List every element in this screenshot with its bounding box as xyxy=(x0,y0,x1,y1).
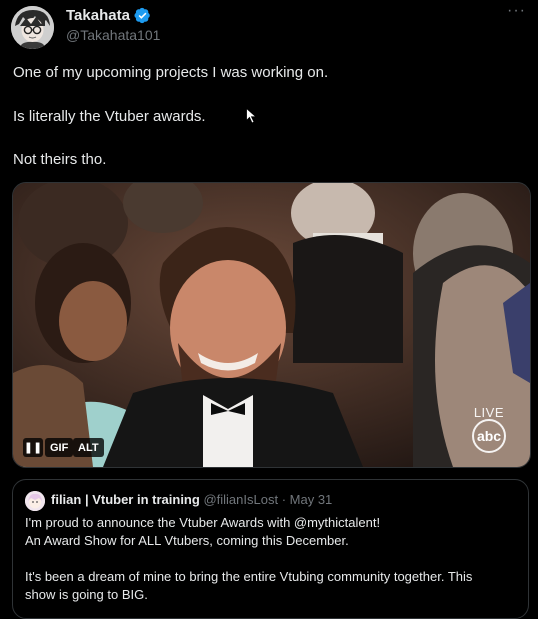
quoted-text-line-3: It's been a dream of mine to bring the e… xyxy=(25,569,473,584)
alt-text-button[interactable]: ALT xyxy=(73,438,104,457)
author-handle[interactable]: @Takahata101 xyxy=(66,27,160,43)
quoted-date[interactable]: May 31 xyxy=(290,492,333,507)
gif-frame-image xyxy=(13,183,530,467)
quoted-author-avatar[interactable] xyxy=(25,491,45,511)
gif-badge: GIF xyxy=(45,438,74,457)
pause-button[interactable]: ❚❚ xyxy=(23,438,43,457)
live-label: LIVE xyxy=(473,405,504,420)
gif-media[interactable]: ❚❚ GIF ALT LIVE abc xyxy=(12,182,531,468)
quoted-tweet[interactable]: filian | Vtuber in training @filianIsLos… xyxy=(12,479,529,619)
tweet: Takahata @Takahata101 ··· One of my upco… xyxy=(0,0,538,619)
author-display-name[interactable]: Takahata xyxy=(66,7,130,24)
verified-badge-icon xyxy=(134,7,150,24)
avatar-image xyxy=(11,6,54,49)
more-options-icon[interactable]: ··· xyxy=(507,2,526,20)
tweet-text-line-2: Is literally the Vtuber awards. xyxy=(13,108,206,125)
quoted-text-line-1: I'm proud to announce the Vtuber Awards … xyxy=(25,515,381,530)
meta-separator: · xyxy=(281,492,287,507)
author-name-row: Takahata xyxy=(66,7,151,24)
quoted-handle[interactable]: @filianIsLost xyxy=(203,492,278,507)
mouse-cursor-icon xyxy=(246,108,257,124)
tweet-text-line-3: Not theirs tho. xyxy=(13,151,107,168)
quoted-avatar-image xyxy=(25,491,45,511)
author-avatar[interactable] xyxy=(11,6,54,49)
quoted-text-line-4: show is going to BIG. xyxy=(25,587,148,602)
quoted-meta: filian | Vtuber in training @filianIsLos… xyxy=(51,492,332,507)
abc-logo: abc xyxy=(472,419,506,453)
tweet-text-line-1: One of my upcoming projects I was workin… xyxy=(13,64,329,81)
quoted-text-line-2: An Award Show for ALL Vtubers, coming th… xyxy=(25,533,349,548)
quoted-display-name[interactable]: filian | Vtuber in training xyxy=(51,492,200,507)
